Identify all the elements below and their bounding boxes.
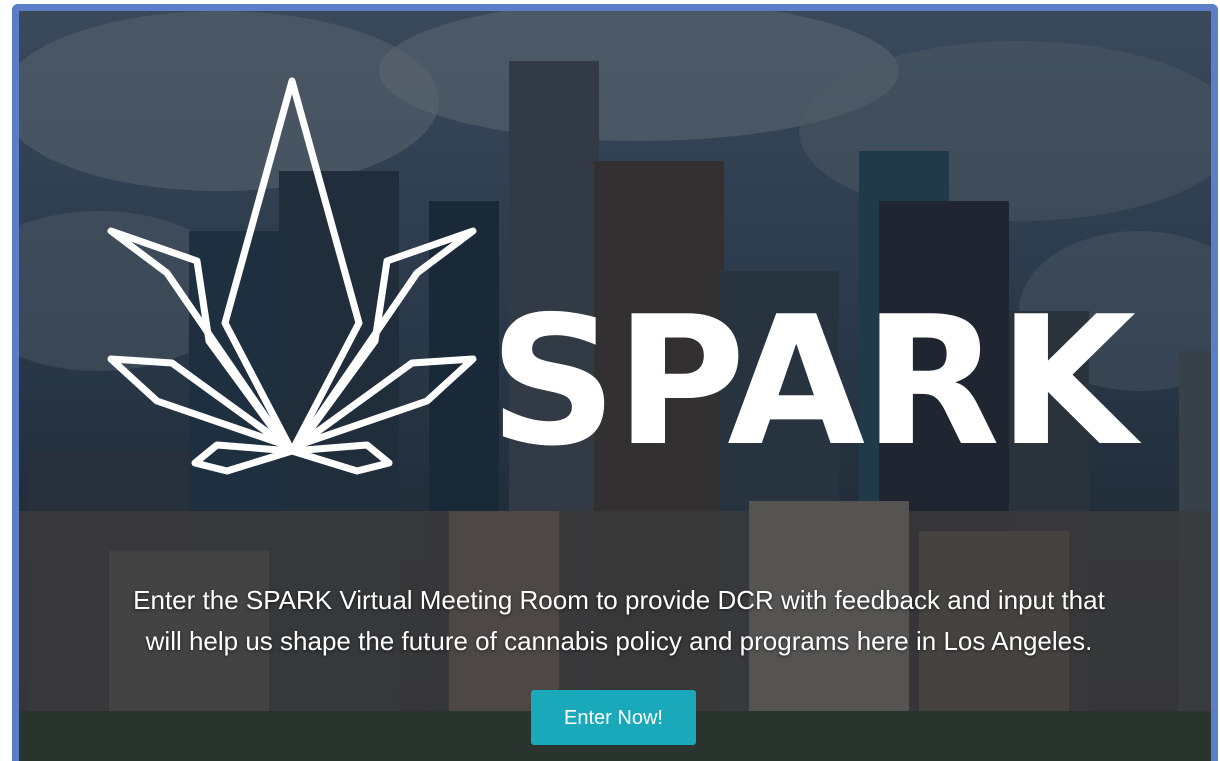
tagline-line-2: will help us shape the future of cannabi… (145, 626, 1093, 656)
hero-tagline: Enter the SPARK Virtual Meeting Room to … (59, 580, 1179, 662)
enter-now-button[interactable]: Enter Now! (531, 690, 696, 745)
tagline-line-1: Enter the SPARK Virtual Meeting Room to … (133, 585, 1105, 615)
hero-frame: SPARK Enter the SPARK Virtual Meeting Ro… (12, 4, 1218, 761)
hero-banner: SPARK Enter the SPARK Virtual Meeting Ro… (19, 11, 1211, 761)
cannabis-leaf-outline-icon (107, 77, 477, 475)
brand-wordmark: SPARK (489, 278, 1136, 485)
